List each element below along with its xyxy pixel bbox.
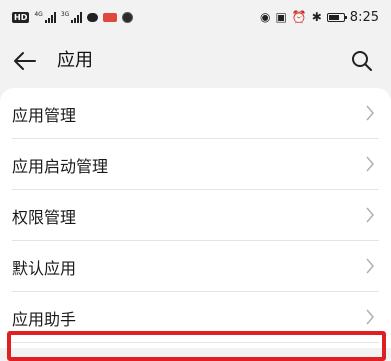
status-time: 8:25: [349, 9, 379, 25]
chevron-right-icon: [366, 156, 374, 172]
list-item-label: 权限管理: [12, 207, 77, 227]
page-title: 应用: [57, 50, 93, 71]
list-item-label: 应用管理: [12, 105, 77, 125]
signal-strength-icon: 4G: [34, 10, 56, 23]
eye-comfort-icon: ◉: [259, 10, 271, 24]
status-bar-right: ◉ ▣ ⏰ ✱ 8:25: [260, 10, 379, 25]
chevron-right-icon: [366, 105, 374, 121]
search-icon: [352, 51, 372, 71]
signal-strength-icon-2: 3G: [60, 10, 83, 23]
chat-notification-icon: [87, 12, 99, 22]
battery-icon: [326, 12, 347, 22]
bluetooth-icon: ✱: [311, 10, 322, 24]
settings-list: 应用管理 应用启动管理 权限管理 默认应用 应用助手: [0, 88, 391, 348]
signal-generation-label: 4G: [34, 10, 43, 18]
highlight-box: [7, 331, 386, 361]
arrow-left-icon: [14, 52, 36, 70]
hd-badge: HD: [12, 11, 30, 23]
list-item-app-startup-management[interactable]: 应用启动管理: [0, 139, 391, 190]
nfc-icon: ▣: [275, 10, 287, 24]
list-item-app-management[interactable]: 应用管理: [0, 88, 391, 139]
app-bar: 应用: [0, 34, 391, 88]
chevron-right-icon: [366, 309, 374, 325]
signal-generation-label-2: 3G: [60, 10, 70, 18]
list-item-label: 应用启动管理: [12, 156, 109, 176]
app-notification-icon: [122, 11, 134, 23]
alarm-icon: ⏰: [291, 10, 307, 24]
status-bar: HD 4G 3G ◉ ▣ ⏰ ✱ 8:25: [0, 0, 391, 34]
chevron-right-icon: [366, 258, 374, 274]
mail-notification-icon: [103, 12, 118, 22]
list-item-default-apps[interactable]: 默认应用: [0, 241, 391, 292]
list-item-label: 应用助手: [12, 309, 77, 329]
list-item-label: 默认应用: [12, 258, 77, 278]
back-button[interactable]: [12, 48, 38, 74]
chevron-right-icon: [366, 207, 374, 223]
status-bar-left: HD 4G 3G: [12, 10, 134, 23]
list-item-permission-management[interactable]: 权限管理: [0, 190, 391, 241]
search-button[interactable]: [349, 48, 375, 74]
